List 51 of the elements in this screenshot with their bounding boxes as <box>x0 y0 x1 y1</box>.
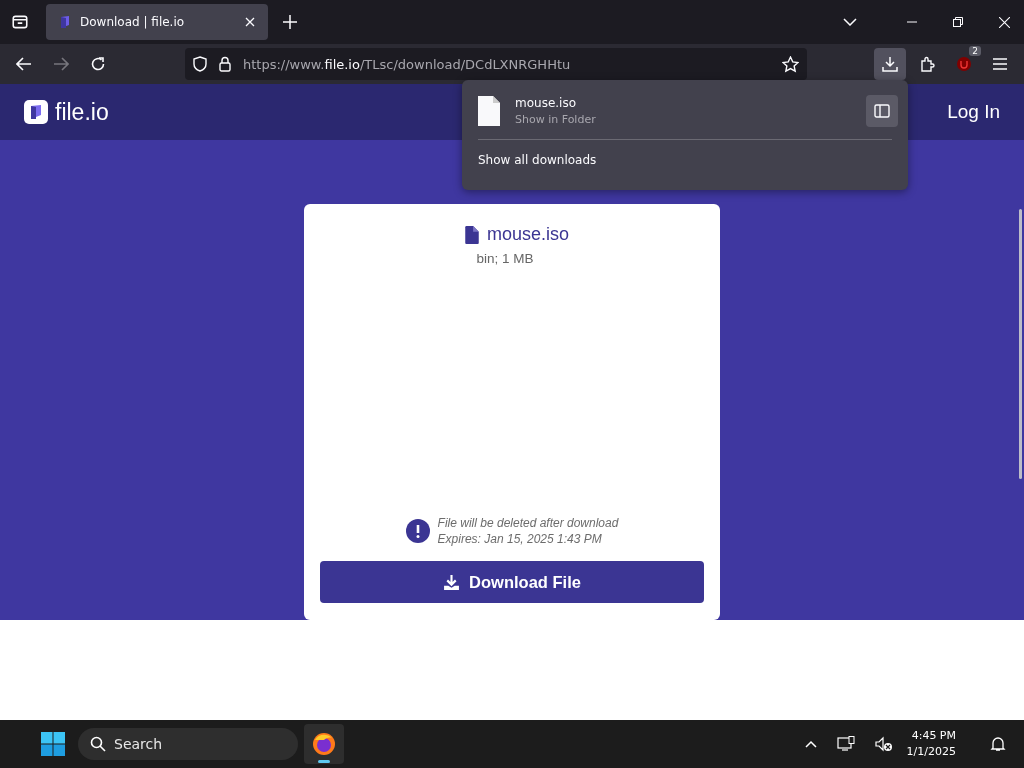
chevron-down-icon[interactable] <box>843 18 857 26</box>
tab-list-icon[interactable] <box>11 13 29 31</box>
download-status: Show in Folder <box>515 113 596 126</box>
file-meta: bin; 1 MB <box>476 251 534 266</box>
volume-muted-icon[interactable] <box>874 736 893 752</box>
address-bar[interactable]: https://www.file.io/TLsc/download/DCdLXNRGHHtu <box>185 48 807 80</box>
file-name: mouse.iso <box>486 224 569 245</box>
chevron-up-icon[interactable] <box>804 740 817 748</box>
network-icon[interactable] <box>836 736 855 752</box>
nav-link[interactable]: Log In <box>947 101 1000 123</box>
puzzle-icon[interactable] <box>920 56 936 72</box>
show-all-downloads[interactable]: Show all downloads <box>478 153 597 167</box>
url-text: https://www.file.io/TLsc/download/DCdLXNRGHHtu <box>243 56 571 72</box>
download-button[interactable]: Download File <box>320 561 704 603</box>
close-icon[interactable] <box>999 16 1010 28</box>
site-logo[interactable]: file.io <box>55 98 109 126</box>
lock-icon[interactable] <box>219 56 231 72</box>
downloads-button[interactable] <box>874 48 906 80</box>
browser-tab[interactable]: Download | file.io <box>46 4 268 40</box>
browser-icon <box>312 732 336 756</box>
extension-icon[interactable] <box>956 56 972 72</box>
reload-icon[interactable] <box>90 56 106 72</box>
clock-date[interactable]: 1/1/2025 <box>906 744 956 760</box>
logo-icon <box>24 100 48 124</box>
search-field[interactable]: Search <box>78 728 298 760</box>
back-icon[interactable] <box>16 57 32 71</box>
file-icon <box>478 96 500 126</box>
download-name[interactable]: mouse.iso <box>515 96 596 110</box>
search-icon <box>90 736 106 752</box>
browser-taskbar-button[interactable] <box>304 724 344 764</box>
new-tab-icon[interactable] <box>283 15 297 29</box>
shield-icon[interactable] <box>193 56 207 72</box>
menu-icon[interactable] <box>992 57 1008 71</box>
folder-button[interactable] <box>866 95 898 127</box>
notification-bell-icon[interactable] <box>990 736 1006 752</box>
windows-start-icon[interactable] <box>41 732 65 756</box>
expiry-text: Expires: Jan 15, 2025 1:43 PM <box>437 531 603 547</box>
clock-time[interactable]: 4:45 PM <box>911 728 956 744</box>
file-icon <box>464 225 479 244</box>
close-icon[interactable] <box>243 15 257 29</box>
restore-icon[interactable] <box>953 17 963 27</box>
star-icon[interactable] <box>782 55 799 73</box>
notice-text: File will be deleted after download <box>437 515 619 531</box>
folder-icon <box>874 103 890 119</box>
exclamation-icon <box>405 519 430 543</box>
count-badge: 2 <box>969 46 981 56</box>
download-icon <box>443 573 461 591</box>
logo-icon <box>59 15 71 29</box>
scrollbar[interactable] <box>1019 209 1022 479</box>
forward-icon[interactable] <box>53 57 69 71</box>
download-icon <box>882 56 898 72</box>
